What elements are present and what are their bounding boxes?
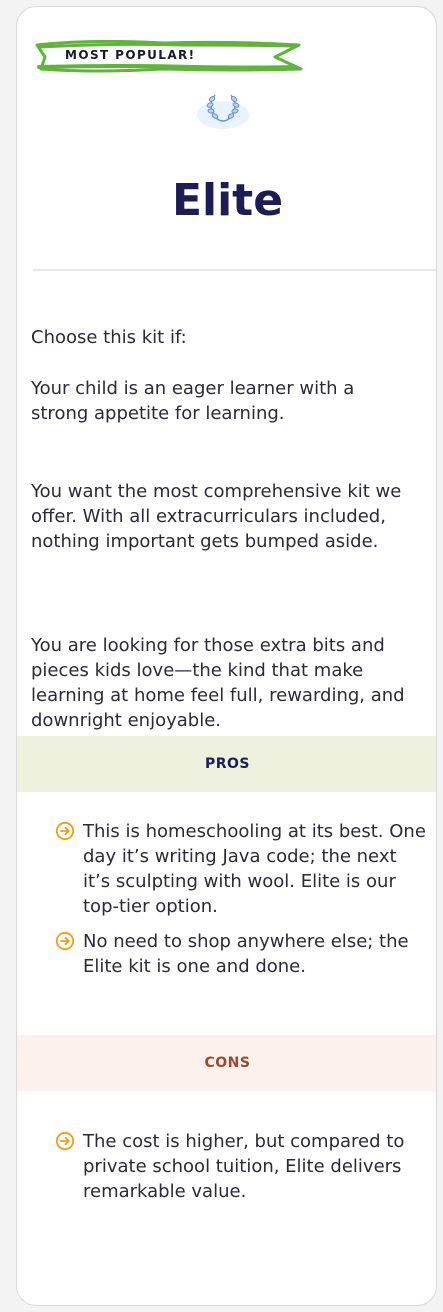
most-popular-label: MOST POPULAR! [65,48,196,62]
pros-item-text: No need to shop anywhere else; the Elite… [83,931,409,977]
cons-item-text: The cost is higher, but compared to priv… [83,1131,405,1202]
cons-header: CONS [17,1035,436,1091]
laurel-wreath-icon [193,87,253,131]
plan-card: MOST POPULAR! Elite Choose this kit if: … [16,6,437,1306]
plan-title: Elite [171,175,284,226]
pros-heading: PROS [204,756,251,772]
most-popular-ribbon: MOST POPULAR! [33,37,305,77]
reason-text: You are looking for those extra bits and… [31,635,405,731]
intro-heading: Choose this kit if: [31,327,187,348]
pros-header: PROS [17,736,436,792]
reason-text: Your child is an eager learner with a st… [31,378,355,424]
arrow-circle-right-icon [55,1131,75,1155]
cons-heading: CONS [204,1055,251,1071]
reason-text: You want the most comprehensive kit we o… [31,481,402,552]
divider [33,269,436,271]
arrow-circle-right-icon [55,821,75,845]
arrow-circle-right-icon [55,931,75,955]
pros-item-text: This is homeschooling at its best. One d… [83,821,426,917]
